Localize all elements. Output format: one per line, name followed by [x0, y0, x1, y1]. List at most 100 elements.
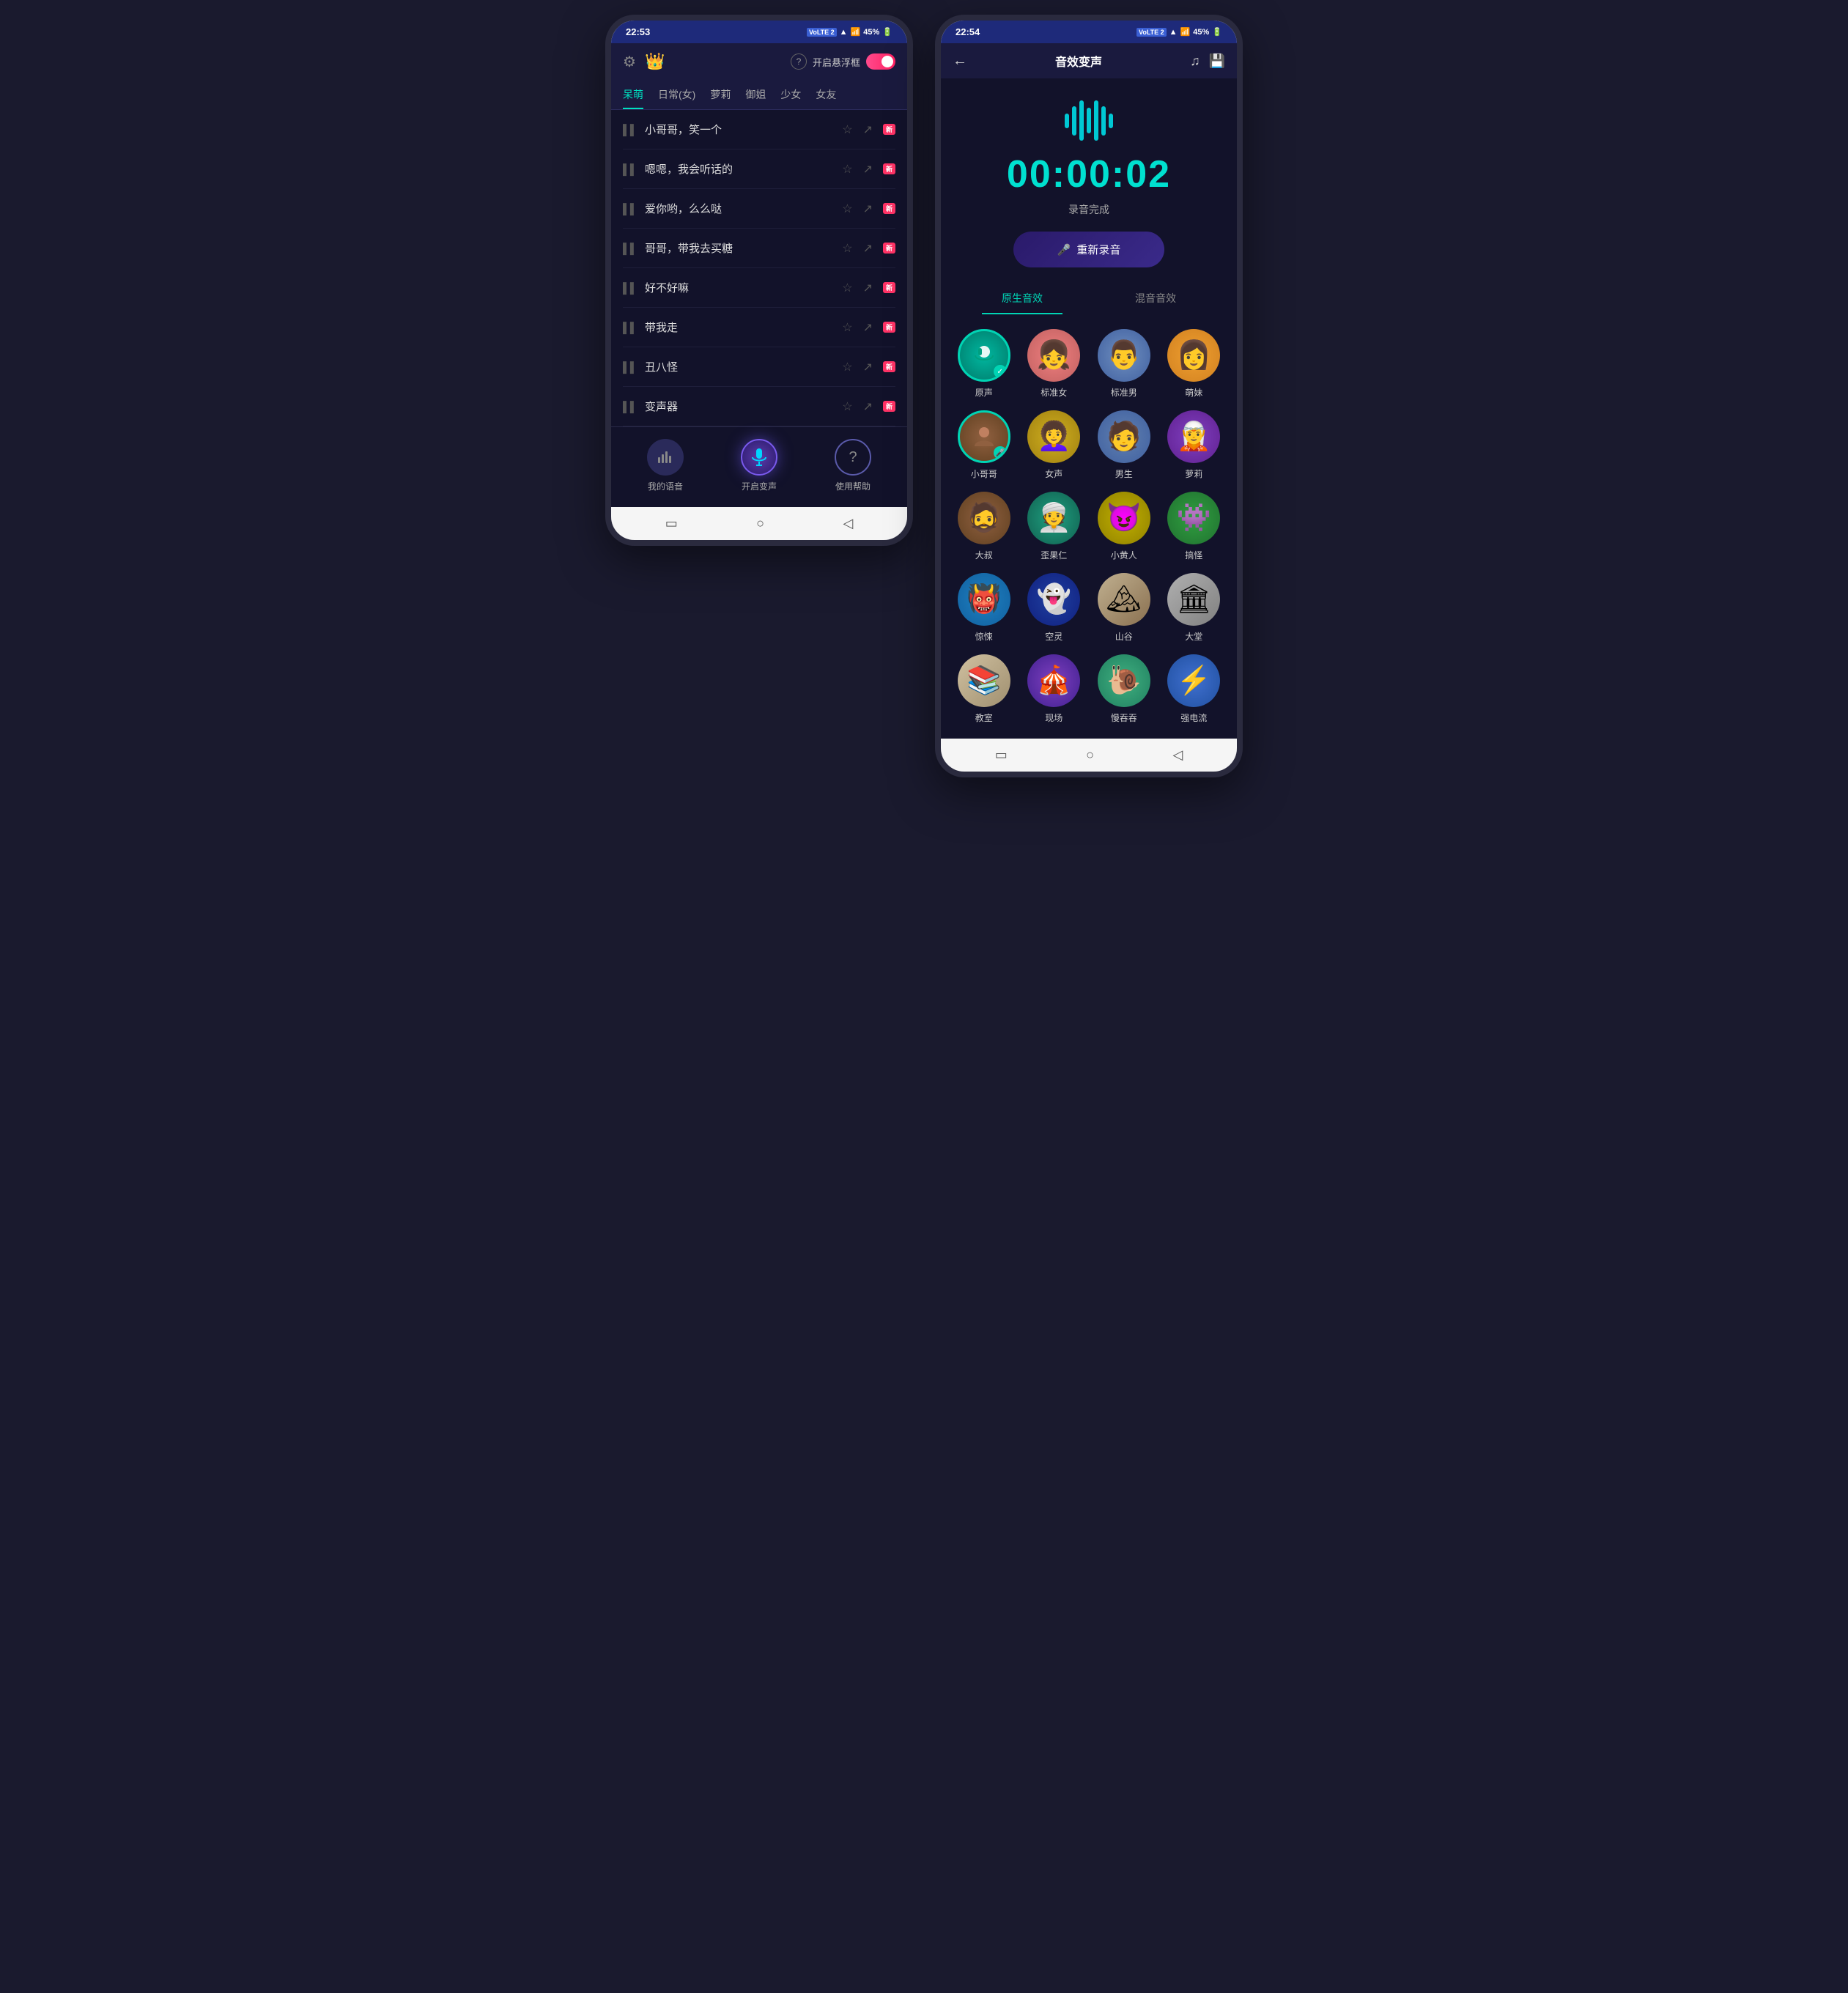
- star-icon-4[interactable]: ☆: [842, 241, 852, 256]
- phone2-header: ← 音效变声 ♫ 💾: [941, 43, 1237, 78]
- wave-bar-6: [1101, 106, 1106, 136]
- effect-luoli[interactable]: 🧝 萝莉: [1163, 410, 1226, 480]
- effect-name-waiguoren: 歪果仁: [1041, 549, 1067, 561]
- star-icon-3[interactable]: ☆: [842, 201, 852, 216]
- effect-name-xianchang: 现场: [1045, 711, 1062, 724]
- effect-kongling[interactable]: 👻 空灵: [1023, 573, 1086, 643]
- android-home-btn[interactable]: ○: [756, 516, 764, 531]
- float-label: 开启悬浮框: [813, 55, 860, 69]
- phone-1: 22:53 VoLTE 2 ▲ 📶 45% 🔋 ⚙ 👑 ? 开启悬浮框 呆萌 日…: [605, 15, 913, 546]
- phone-2: 22:54 VoLTE 2 ▲ 📶 45% 🔋 ← 音效变声 ♫ 💾: [935, 15, 1243, 777]
- timer-display: 00:00:02: [956, 152, 1222, 196]
- effect-name-xiaohuangren: 小黄人: [1111, 549, 1137, 561]
- android-square-btn-2[interactable]: ▭: [995, 747, 1008, 763]
- effect-biaozhunnv[interactable]: 👧 标准女: [1023, 329, 1086, 399]
- tab-native-effect[interactable]: 原生音效: [956, 282, 1089, 314]
- save-icon[interactable]: 💾: [1209, 53, 1225, 69]
- effect-qiangdianliu[interactable]: ⚡ 强电流: [1163, 654, 1226, 724]
- share-icon-1[interactable]: ↗: [863, 122, 873, 137]
- settings-icon[interactable]: ⚙: [623, 53, 636, 71]
- back-button[interactable]: ←: [953, 53, 967, 70]
- nav-voice-change[interactable]: 开启变声: [741, 439, 777, 492]
- playlist-icon[interactable]: ♫: [1190, 53, 1200, 69]
- effect-xianchang[interactable]: 🎪 现场: [1023, 654, 1086, 724]
- wave-bar-3: [1079, 100, 1084, 141]
- effect-mantuntun[interactable]: 🐌 慢吞吞: [1093, 654, 1156, 724]
- star-icon-1[interactable]: ☆: [842, 122, 852, 137]
- effect-dating[interactable]: 🏛 大堂: [1163, 573, 1226, 643]
- header-actions: ♫ 💾: [1190, 53, 1225, 69]
- help-button[interactable]: ?: [791, 53, 807, 70]
- effect-jiaoshi[interactable]: 📚 教室: [953, 654, 1016, 724]
- effect-mengmei[interactable]: 👩 萌妹: [1163, 329, 1226, 399]
- tab-nvyou[interactable]: 女友: [816, 80, 836, 109]
- song-item-4[interactable]: ▌▌ 哥哥，带我去买糖 ☆ ↗ 新: [623, 229, 895, 268]
- effect-nvsheng[interactable]: 👩‍🦱 女声: [1023, 410, 1086, 480]
- android-home-btn-2[interactable]: ○: [1086, 747, 1094, 763]
- effect-dashu[interactable]: 🧔 大叔: [953, 492, 1016, 561]
- effect-jingsong[interactable]: 👹 惊悚: [953, 573, 1016, 643]
- android-back-btn-2[interactable]: ◁: [1172, 747, 1183, 763]
- song-item-3[interactable]: ▌▌ 爱你哟，么么哒 ☆ ↗ 新: [623, 189, 895, 229]
- song-item-8[interactable]: ▌▌ 变声器 ☆ ↗ 新: [623, 387, 895, 426]
- re-record-label: 重新录音: [1076, 242, 1120, 257]
- effect-biaozhunnan[interactable]: 👨 标准男: [1093, 329, 1156, 399]
- effect-xiaohuangren[interactable]: 😈 小黄人: [1093, 492, 1156, 561]
- effect-avatar-xiaogege: 🎤: [958, 410, 1010, 463]
- song-name-6: 带我走: [645, 319, 835, 335]
- float-toggle[interactable]: [866, 53, 895, 70]
- share-icon-7[interactable]: ↗: [863, 360, 873, 374]
- song-item-2[interactable]: ▌▌ 嗯嗯，我会听话的 ☆ ↗ 新: [623, 149, 895, 189]
- effect-name-jiaoshi: 教室: [975, 711, 993, 724]
- song-item-7[interactable]: ▌▌ 丑八怪 ☆ ↗ 新: [623, 347, 895, 387]
- tab-daily-female[interactable]: 日常(女): [658, 80, 695, 109]
- effect-avatar-biaozhunnan: 👨: [1098, 329, 1150, 382]
- share-icon-4[interactable]: ↗: [863, 241, 873, 256]
- effect-avatar-mantuntun: 🐌: [1098, 654, 1150, 707]
- new-badge-6: 新: [883, 322, 895, 333]
- android-square-btn[interactable]: ▭: [665, 516, 678, 531]
- tab-yujie[interactable]: 御姐: [745, 80, 766, 109]
- share-icon-2[interactable]: ↗: [863, 162, 873, 177]
- effect-avatar-biaozhunnv: 👧: [1027, 329, 1080, 382]
- song-item-6[interactable]: ▌▌ 带我走 ☆ ↗ 新: [623, 308, 895, 347]
- star-icon-7[interactable]: ☆: [842, 360, 852, 374]
- effect-xiaogege[interactable]: 🎤 小哥哥: [953, 410, 1016, 480]
- re-record-button[interactable]: 🎤 重新录音: [1013, 232, 1165, 267]
- share-icon-8[interactable]: ↗: [863, 399, 873, 414]
- tab-luoli[interactable]: 萝莉: [710, 80, 731, 109]
- song-actions-3: ☆ ↗ 新: [842, 201, 895, 216]
- effect-name-nvsheng: 女声: [1045, 467, 1062, 480]
- effect-avatar-qiangdianliu: ⚡: [1167, 654, 1220, 707]
- effect-avatar-nvsheng: 👩‍🦱: [1027, 410, 1080, 463]
- song-item-1[interactable]: ▌▌ 小哥哥，笑一个 ☆ ↗ 新: [623, 110, 895, 149]
- song-item-5[interactable]: ▌▌ 好不好嘛 ☆ ↗ 新: [623, 268, 895, 308]
- star-icon-8[interactable]: ☆: [842, 399, 852, 414]
- tab-mix-effect[interactable]: 混音音效: [1089, 282, 1222, 314]
- wave-icon-7: ▌▌: [623, 361, 637, 373]
- android-back-btn[interactable]: ◁: [843, 516, 853, 531]
- tab-daomeng[interactable]: 呆萌: [623, 80, 643, 109]
- new-badge-4: 新: [883, 243, 895, 254]
- star-icon-5[interactable]: ☆: [842, 281, 852, 295]
- effect-nansheng[interactable]: 🧑 男生: [1093, 410, 1156, 480]
- effect-name-luoli: 萝莉: [1185, 467, 1202, 480]
- song-actions-1: ☆ ↗ 新: [842, 122, 895, 137]
- nav-help[interactable]: ? 使用帮助: [835, 439, 871, 492]
- star-icon-6[interactable]: ☆: [842, 320, 852, 335]
- tab-shaonv[interactable]: 少女: [780, 80, 801, 109]
- wave-bar-2: [1072, 106, 1076, 136]
- star-icon-2[interactable]: ☆: [842, 162, 852, 177]
- selected-check-xiaogege: 🎤: [994, 446, 1007, 459]
- share-icon-6[interactable]: ↗: [863, 320, 873, 335]
- song-actions-4: ☆ ↗ 新: [842, 241, 895, 256]
- effect-waiguoren[interactable]: 👳 歪果仁: [1023, 492, 1086, 561]
- effect-gaoguai[interactable]: 👾 搞怪: [1163, 492, 1226, 561]
- nav-my-voice[interactable]: 我的语音: [647, 439, 684, 492]
- new-badge-7: 新: [883, 361, 895, 372]
- effect-yuansheng[interactable]: ✓ 原声: [953, 329, 1016, 399]
- effect-name-dashu: 大叔: [975, 549, 993, 561]
- share-icon-5[interactable]: ↗: [863, 281, 873, 295]
- share-icon-3[interactable]: ↗: [863, 201, 873, 216]
- effect-shangu[interactable]: 🏔 山谷: [1093, 573, 1156, 643]
